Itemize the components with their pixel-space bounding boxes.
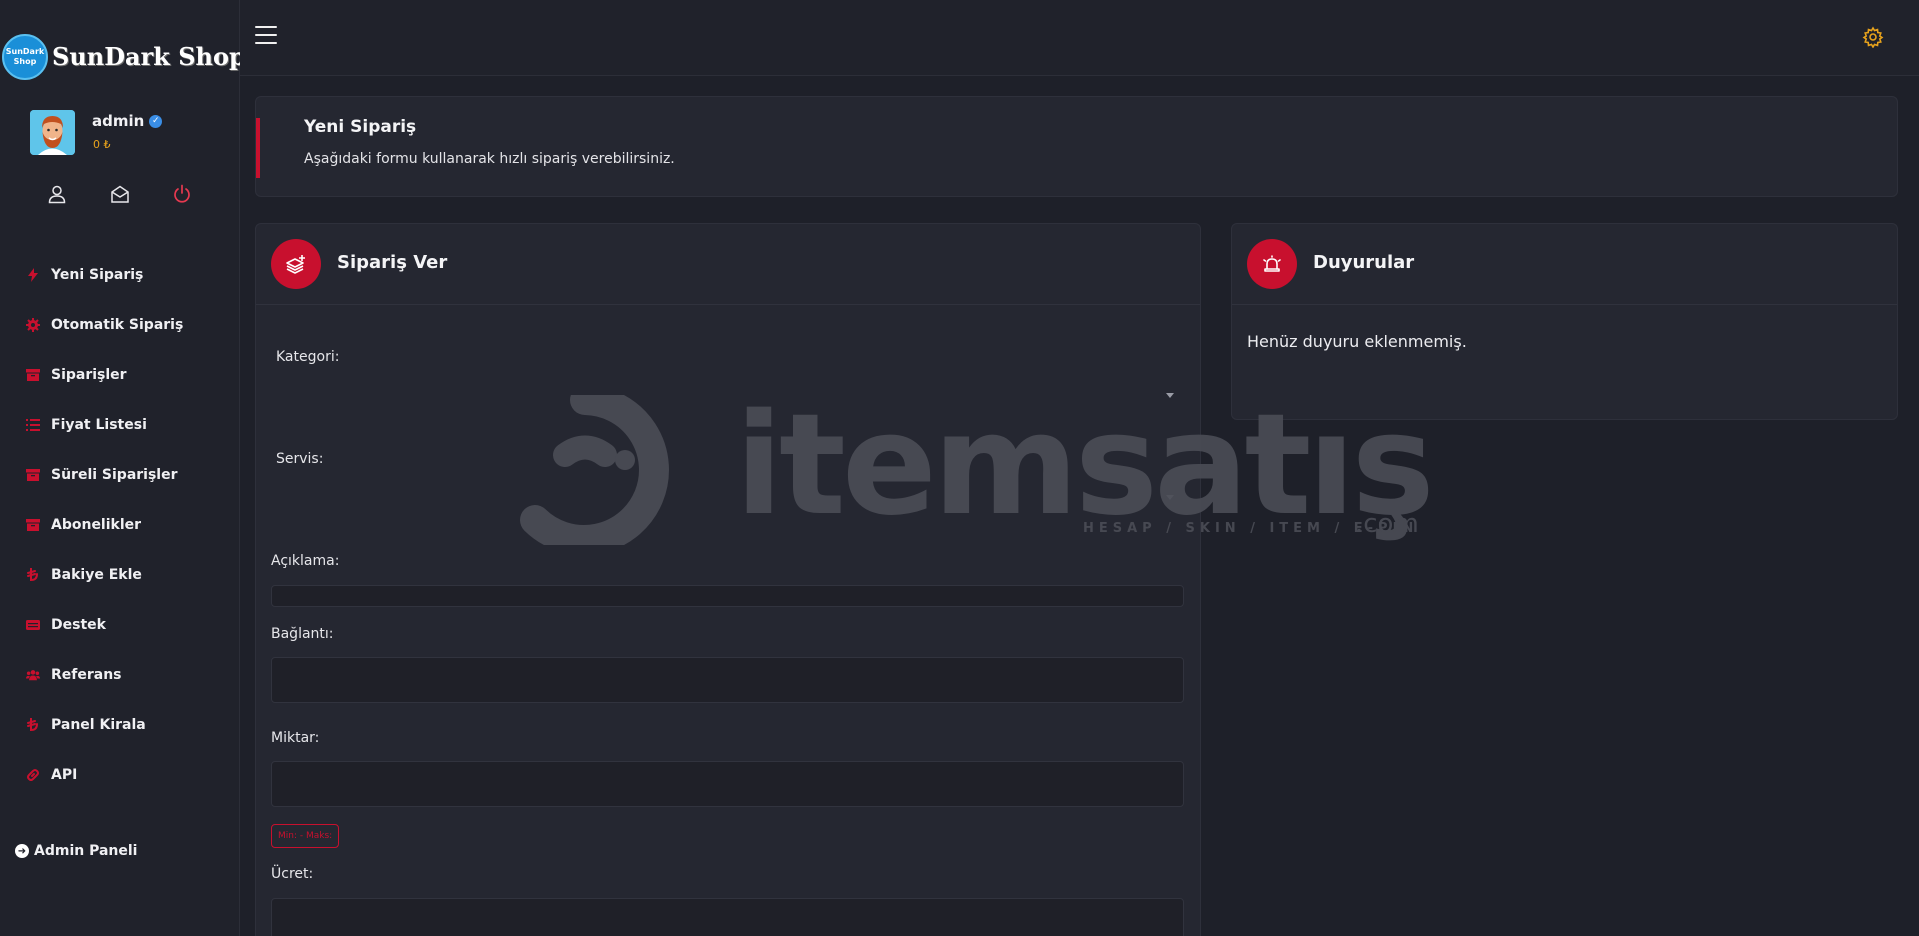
brand-logo: SunDark Shop	[2, 34, 48, 80]
sidebar-item-label: Abonelikler	[51, 517, 142, 533]
envelope-open-icon[interactable]	[108, 182, 132, 206]
chevron-down-icon	[1166, 393, 1174, 398]
page-title: Yeni Sipariş	[304, 117, 417, 137]
admin-panel-link[interactable]: ➜ Admin Paneli	[15, 843, 137, 859]
quantity-label: Miktar:	[271, 730, 320, 746]
sidebar-item-fiyat-listesi[interactable]: Fiyat Listesi	[0, 400, 240, 450]
brand-logo-text: Shop	[13, 57, 37, 66]
accent-bar	[256, 118, 260, 178]
avatar[interactable]	[30, 110, 75, 155]
lira-icon	[26, 718, 40, 732]
archive-icon	[26, 518, 40, 532]
order-card-title: Sipariş Ver	[337, 252, 448, 273]
power-icon[interactable]	[170, 182, 194, 206]
quantity-input[interactable]	[271, 761, 1184, 807]
service-select[interactable]	[271, 483, 1184, 513]
cog-icon	[26, 318, 40, 332]
ticket-icon	[26, 618, 40, 632]
sidebar-item-label: Yeni Sipariş	[51, 267, 144, 283]
watermark-suffix: .com	[1355, 509, 1419, 539]
sidebar-item-label: Referans	[51, 667, 122, 683]
brand-logo-text: SunDark	[5, 47, 45, 56]
lira-icon	[26, 568, 40, 582]
page-subtitle: Aşağıdaki formu kullanarak hızlı sipariş…	[304, 151, 675, 167]
sidebar-item-label: Bakiye Ekle	[51, 567, 142, 583]
verified-badge-icon: ✓	[149, 114, 163, 128]
admin-panel-label: Admin Paneli	[34, 843, 138, 859]
sidebar-item-yeni-siparis[interactable]: Yeni Sipariş	[0, 250, 240, 300]
users-icon	[26, 668, 40, 682]
arrow-right-circle-icon: ➜	[15, 844, 29, 858]
sidebar-item-sureli-siparisler[interactable]: Süreli Siparişler	[0, 450, 240, 500]
chevron-down-icon	[1166, 495, 1174, 500]
announcements-header: Duyurular	[1232, 224, 1897, 305]
category-label: Kategori:	[276, 349, 340, 365]
minmax-badge: Min: - Maks:	[271, 824, 340, 848]
sidebar-item-destek[interactable]: Destek	[0, 600, 240, 650]
announcements-title: Duyurular	[1313, 252, 1415, 273]
price-field[interactable]	[271, 898, 1184, 936]
page-header: Yeni Sipariş Aşağıdaki formu kullanarak …	[255, 96, 1898, 197]
sidebar-item-siparisler[interactable]: Siparişler	[0, 350, 240, 400]
hamburger-menu-icon[interactable]	[255, 26, 277, 44]
sidebar-item-bakiye-ekle[interactable]: Bakiye Ekle	[0, 550, 240, 600]
sidebar-item-label: Fiyat Listesi	[51, 417, 147, 433]
link-label: Bağlantı:	[271, 626, 334, 642]
list-icon	[26, 418, 40, 432]
link-input[interactable]	[271, 657, 1184, 703]
settings-gear-icon[interactable]	[1862, 26, 1884, 49]
profile-username: admin	[92, 112, 145, 130]
sidebar-item-label: Panel Kirala	[51, 717, 146, 733]
layers-plus-icon	[271, 239, 321, 289]
sidebar: SunDark Shop SunDark Shop admin ✓ 0 ₺ Ye…	[0, 0, 240, 936]
sidebar-item-abonelikler[interactable]: Abonelikler	[0, 500, 240, 550]
sidebar-item-api[interactable]: API	[0, 750, 240, 800]
service-label: Servis:	[276, 451, 324, 467]
sidebar-item-label: API	[51, 767, 78, 783]
announcements-card: Duyurular Henüz duyuru eklenmemiş.	[1231, 223, 1898, 420]
profile-balance: 0 ₺	[93, 138, 111, 151]
profile-username-row: admin ✓	[92, 112, 163, 130]
brand[interactable]: SunDark Shop SunDark Shop	[0, 32, 240, 82]
sidebar-item-label: Süreli Siparişler	[51, 467, 178, 483]
order-card-header: Sipariş Ver	[256, 224, 1200, 305]
description-label: Açıklama:	[271, 553, 340, 569]
bell-ring-icon	[1247, 239, 1297, 289]
brand-name: SunDark Shop	[52, 42, 240, 71]
sidebar-item-otomatik-siparis[interactable]: Otomatik Sipariş	[0, 300, 240, 350]
sidebar-item-label: Siparişler	[51, 367, 127, 383]
archive-icon	[26, 368, 40, 382]
description-field[interactable]	[271, 585, 1184, 607]
sidebar-item-label: Otomatik Sipariş	[51, 317, 184, 333]
sidebar-item-panel-kirala[interactable]: Panel Kirala	[0, 700, 240, 750]
profile-actions	[0, 182, 240, 206]
topbar	[240, 0, 1919, 76]
bolt-icon	[26, 268, 40, 282]
announcements-empty-text: Henüz duyuru eklenmemiş.	[1247, 332, 1467, 351]
sidebar-item-referans[interactable]: Referans	[0, 650, 240, 700]
sidebar-item-label: Destek	[51, 617, 106, 633]
user-icon[interactable]	[45, 182, 69, 206]
sidebar-menu: Yeni Sipariş Otomatik Sipariş Siparişler…	[0, 250, 240, 800]
price-label: Ücret:	[271, 866, 314, 882]
archive-icon	[26, 468, 40, 482]
order-card: Sipariş Ver Kategori: Servis: Açıklama: …	[255, 223, 1201, 936]
category-select[interactable]	[271, 381, 1184, 411]
link-icon	[26, 768, 40, 782]
